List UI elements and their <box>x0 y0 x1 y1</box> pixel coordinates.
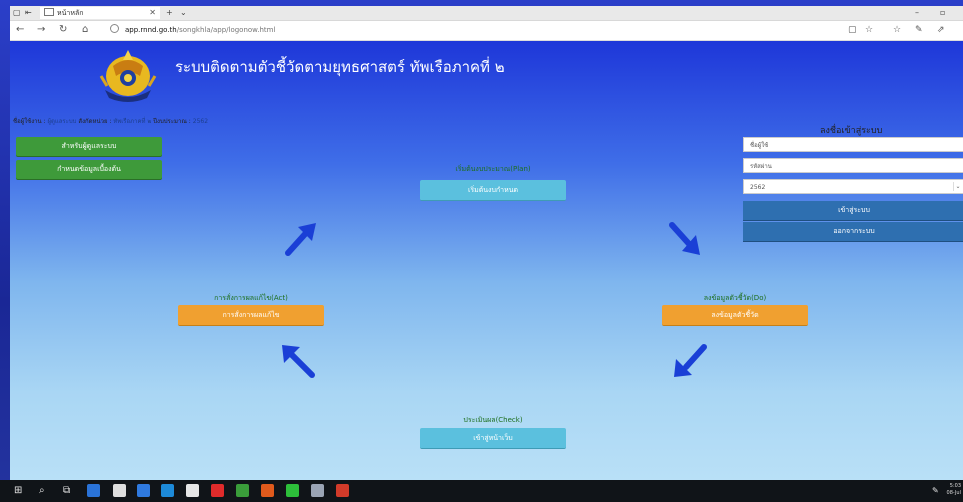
check-label: ประเมินผล(Check) <box>463 416 523 424</box>
favorite-star-icon[interactable]: ☆ <box>865 24 873 36</box>
notifications-icon[interactable]: ✎ <box>932 484 939 497</box>
task-view-icon[interactable]: ⧉ <box>63 484 70 497</box>
unit-value: ทัพเรือภาคที่ ๒ <box>113 118 152 125</box>
arrow-up-left-icon <box>282 345 315 378</box>
ppt-document-icon[interactable] <box>336 484 349 497</box>
year-label: ปีงบประมาณ : <box>153 118 191 125</box>
plan-button[interactable]: เริ่มต้นงบกำหนด <box>420 180 566 201</box>
forward-icon[interactable]: → <box>37 24 45 36</box>
page-icon <box>44 8 54 16</box>
windows-start-icon[interactable]: ⊞ <box>14 484 22 497</box>
favorites-hub-icon[interactable]: ☆ <box>893 24 901 36</box>
do-label: ลงข้อมูลตัวชี้วัด(Do) <box>703 294 767 302</box>
edge-active-icon[interactable] <box>87 484 100 497</box>
new-tab-icon[interactable]: + <box>166 7 173 19</box>
app-window-icon[interactable] <box>186 484 199 497</box>
tab-actions-icon[interactable]: ▢ <box>13 7 21 19</box>
youtube-icon[interactable] <box>211 484 224 497</box>
maximize-icon[interactable]: ▫ <box>940 7 945 19</box>
do-button[interactable]: ลงข้อมูลตัวชี้วัด <box>662 305 808 326</box>
login-title: ลงชื่อเข้าสู่ระบบ <box>820 126 883 136</box>
minimize-icon[interactable]: – <box>915 7 919 19</box>
photos-icon[interactable] <box>236 484 249 497</box>
initial-data-button[interactable]: กำหนดข้อมูลเบื้องต้น <box>16 160 162 179</box>
refresh-icon[interactable]: ↻ <box>59 24 67 36</box>
clock-time: 5:03 <box>949 483 961 489</box>
search-icon[interactable]: ⌕ <box>39 484 45 497</box>
username-field[interactable]: ชื่อผู้ใช้ <box>743 137 963 152</box>
address-path: /songkhla/app/logonow.html <box>176 26 276 34</box>
arrow-down-left-icon <box>674 344 707 377</box>
edge-icon[interactable] <box>161 484 174 497</box>
web-page: ระบบติดตามตัวชี้วัดตามยุทธศาสตร์ ทัพเรือ… <box>10 41 963 480</box>
navigation-bar: ← → ↻ ⌂ app.rnnd.go.th/songkhla/app/logo… <box>10 21 963 41</box>
browser-tab[interactable]: หน้าหลัก ✕ <box>40 7 160 19</box>
home-icon[interactable]: ⌂ <box>82 24 88 36</box>
user-label: ชื่อผู้ใช้งาน : <box>13 118 46 125</box>
chevron-down-icon: ⌄ <box>953 182 962 191</box>
powerpoint-icon[interactable] <box>261 484 274 497</box>
year-select-value: 2562 <box>750 184 766 191</box>
royal-navy-emblem-logo <box>99 50 157 102</box>
act-label: การสั่งการผลแก้ไข(Act) <box>214 294 288 302</box>
arrow-up-right-icon <box>285 223 316 256</box>
reading-view-icon[interactable]: ▢ <box>848 24 857 36</box>
explorer-icon[interactable] <box>311 484 324 497</box>
notes-pen-icon[interactable]: ✎ <box>915 24 923 36</box>
site-title: ระบบติดตามตัวชี้วัดตามยุทธศาสตร์ ทัพเรือ… <box>175 58 505 76</box>
clock-date: 08-Jul <box>946 490 961 496</box>
address-host: app.rnnd.go.th <box>125 26 177 34</box>
site-info-icon[interactable] <box>110 24 119 33</box>
unit-label: สังกัดหน่วย : <box>78 118 112 125</box>
line-app-icon[interactable] <box>286 484 299 497</box>
plan-label: เริ่มต้นงบประมาณ(Plan) <box>455 165 531 173</box>
year-select[interactable]: 2562 ⌄ <box>743 179 963 194</box>
logout-button[interactable]: ออกจากระบบ <box>743 222 963 242</box>
login-button[interactable]: เข้าสู่ระบบ <box>743 201 963 221</box>
share-icon[interactable]: ⇗ <box>937 24 945 36</box>
tab-title: หน้าหลัก <box>57 9 84 17</box>
taskbar: ⊞ ⌕ ⧉ ✎ 5:03 08-Jul <box>0 480 963 502</box>
browser-window: ▢ ⇤ หน้าหลัก ✕ + ⌄ – ▫ ← → ↻ ⌂ app.rnnd.… <box>10 6 963 480</box>
set-aside-tabs-icon[interactable]: ⇤ <box>25 7 32 19</box>
user-value: ผู้ดูแลระบบ <box>47 118 77 125</box>
arrow-down-right-icon <box>669 222 700 255</box>
tab-close-icon[interactable]: ✕ <box>149 7 156 19</box>
back-icon[interactable]: ← <box>16 24 24 36</box>
tab-list-icon[interactable]: ⌄ <box>180 7 187 19</box>
tab-bar: ▢ ⇤ หน้าหลัก ✕ + ⌄ – ▫ <box>10 6 963 21</box>
year-value: 2562 <box>192 118 209 125</box>
system-clock[interactable]: 5:03 08-Jul <box>947 483 961 497</box>
store-icon[interactable] <box>113 484 126 497</box>
address-bar[interactable]: app.rnnd.go.th/songkhla/app/logonow.html <box>110 24 510 36</box>
password-field[interactable]: รหัสผ่าน <box>743 158 963 173</box>
check-button[interactable]: เข้าสู่หน้าเว็บ <box>420 428 566 449</box>
admin-menu-button[interactable]: สำหรับผู้ดูแลระบบ <box>16 137 162 156</box>
mail-icon[interactable] <box>137 484 150 497</box>
user-info-line: ชื่อผู้ใช้งาน : ผู้ดูแลระบบ สังกัดหน่วย … <box>13 116 208 126</box>
act-button[interactable]: การสั่งการผลแก้ไข <box>178 305 324 326</box>
